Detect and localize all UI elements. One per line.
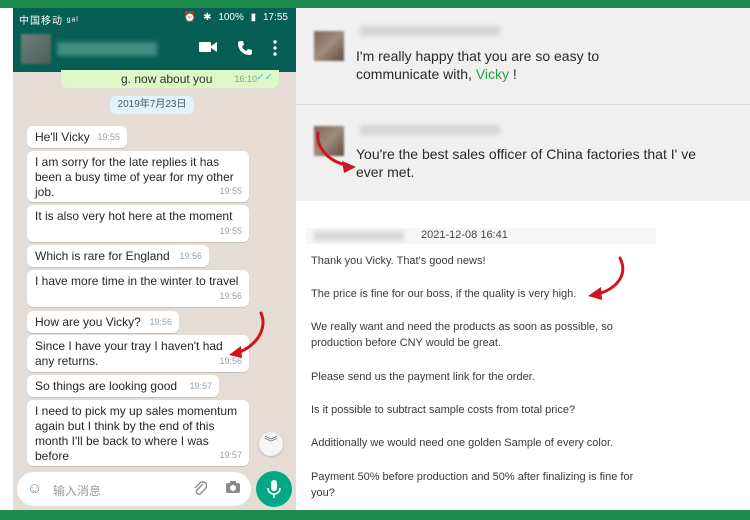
email-message: 2021-12-08 16:41 Thank you Vicky. That's… xyxy=(296,218,750,510)
scroll-to-bottom-button[interactable]: ︾ xyxy=(259,432,283,456)
message-time: 19:57 xyxy=(189,381,212,391)
message-time: 19:56 xyxy=(179,251,202,261)
incoming-message[interactable]: Which is rare for England 19:56 xyxy=(27,245,209,267)
review-text-end: ! xyxy=(509,66,517,82)
email-line: Please send us the payment link for the … xyxy=(311,371,535,383)
incoming-message[interactable]: So things are looking good 19:57 xyxy=(27,375,219,397)
incoming-message[interactable]: He'll Vicky 19:55 xyxy=(27,126,127,148)
review-text: You're the best sales officer of China f… xyxy=(356,146,696,180)
message-text: So things are looking good xyxy=(35,379,178,393)
contact-name-blurred[interactable] xyxy=(57,42,157,56)
email-line: Payment 50% before production and 50% af… xyxy=(311,471,634,483)
email-line: Is it possible to subtract sample costs … xyxy=(311,404,576,416)
message-text: I have more time in the winter to travel xyxy=(35,274,239,288)
incoming-message[interactable]: I am sorry for the late replies it has b… xyxy=(27,151,249,202)
review-card-2: You're the best sales officer of China f… xyxy=(296,105,750,201)
double-chevron-down-icon: ︾ xyxy=(264,435,278,450)
incoming-message[interactable]: Since I have your tray I haven't had any… xyxy=(27,335,249,372)
email-date: 2021-12-08 16:41 xyxy=(421,229,508,241)
top-border xyxy=(0,0,750,8)
status-right: ⏰ ✱ 100% ▮ 17:55 xyxy=(180,12,288,23)
outgoing-message-partial: g. now about you 16:10 ✓✓ xyxy=(61,70,279,88)
read-receipt-icon: ✓✓ xyxy=(256,72,273,83)
incoming-message[interactable]: I need to pick my up sales momentum agai… xyxy=(27,400,249,466)
status-carrier: 中国移动 ᵍᵃˡ xyxy=(19,16,79,27)
message-time: 19:55 xyxy=(219,226,242,236)
status-bar: 中国移动 ᵍᵃˡ ⏰ ✱ 100% ▮ 17:55 xyxy=(13,8,296,28)
contact-avatar[interactable] xyxy=(21,34,51,64)
battery-icon: ▮ xyxy=(250,12,257,23)
message-text: g. now about you xyxy=(121,72,213,86)
phone-call-icon[interactable] xyxy=(237,40,253,61)
camera-icon[interactable] xyxy=(225,480,241,497)
message-time: 19:55 xyxy=(97,132,120,142)
date-chip: 2019年7月23日 xyxy=(110,96,194,114)
review-text: I'm really happy that you are so easy to… xyxy=(356,47,656,83)
message-text: I need to pick my up sales momentum agai… xyxy=(35,404,238,463)
message-time: 19:55 xyxy=(219,186,242,196)
email-line: We really want and need the products as … xyxy=(311,321,613,333)
more-options-icon[interactable] xyxy=(273,40,277,61)
email-header: 2021-12-08 16:41 xyxy=(306,228,656,244)
sender-name-blurred xyxy=(314,231,404,241)
message-text: Since I have your tray I haven't had any… xyxy=(35,339,223,368)
chat-header xyxy=(13,28,296,72)
message-input-bar[interactable]: ☺ 输入消息 xyxy=(17,472,251,506)
message-text: I am sorry for the late replies it has b… xyxy=(35,155,234,199)
attach-icon[interactable] xyxy=(193,480,208,499)
battery-percent: 100% xyxy=(218,12,244,23)
emoji-icon[interactable]: ☺ xyxy=(27,480,42,497)
incoming-message[interactable]: I have more time in the winter to travel… xyxy=(27,270,249,307)
message-time: 16:10 xyxy=(234,74,257,84)
red-arrow-icon xyxy=(229,311,265,358)
review-card-1: I'm really happy that you are so easy to… xyxy=(296,8,750,104)
whatsapp-chat-panel: 中国移动 ᵍᵃˡ ⏰ ✱ 100% ▮ 17:55 g. now about y… xyxy=(13,8,296,510)
message-text: He'll Vicky xyxy=(35,130,90,144)
email-line: you? xyxy=(311,487,335,499)
message-text: It is also very hot here at the moment xyxy=(35,209,233,223)
video-call-icon[interactable] xyxy=(199,40,217,59)
message-time: 19:56 xyxy=(219,291,242,301)
message-time: 19:56 xyxy=(149,317,172,327)
message-text: Which is rare for England xyxy=(35,249,170,263)
message-input[interactable]: 输入消息 xyxy=(53,482,101,499)
email-line: production before CNY would be great. xyxy=(311,337,501,349)
email-line: Thank you Vicky. That's good news! xyxy=(311,255,486,267)
reviewer-avatar-blurred xyxy=(314,31,344,61)
reviewer-name-blurred xyxy=(360,125,500,135)
red-arrow-icon xyxy=(316,131,356,173)
status-time: 17:55 xyxy=(262,12,288,23)
reviewer-name-blurred xyxy=(360,26,500,36)
incoming-message[interactable]: It is also very hot here at the moment 1… xyxy=(27,205,249,242)
message-time: 19:57 xyxy=(219,450,242,460)
alarm-icon: ⏰ xyxy=(183,12,197,23)
email-line: The price is fine for our boss, if the q… xyxy=(311,288,577,300)
incoming-message[interactable]: How are you Vicky? 19:56 xyxy=(27,311,179,333)
voice-message-button[interactable] xyxy=(256,471,292,507)
email-line: Additionally we would need one golden Sa… xyxy=(311,437,614,449)
message-text: How are you Vicky? xyxy=(35,315,141,329)
bluetooth-icon: ✱ xyxy=(203,12,212,23)
microphone-icon xyxy=(267,480,281,498)
bottom-border xyxy=(0,510,750,520)
review-highlight-name: Vicky xyxy=(475,66,510,82)
red-arrow-icon xyxy=(588,256,625,300)
